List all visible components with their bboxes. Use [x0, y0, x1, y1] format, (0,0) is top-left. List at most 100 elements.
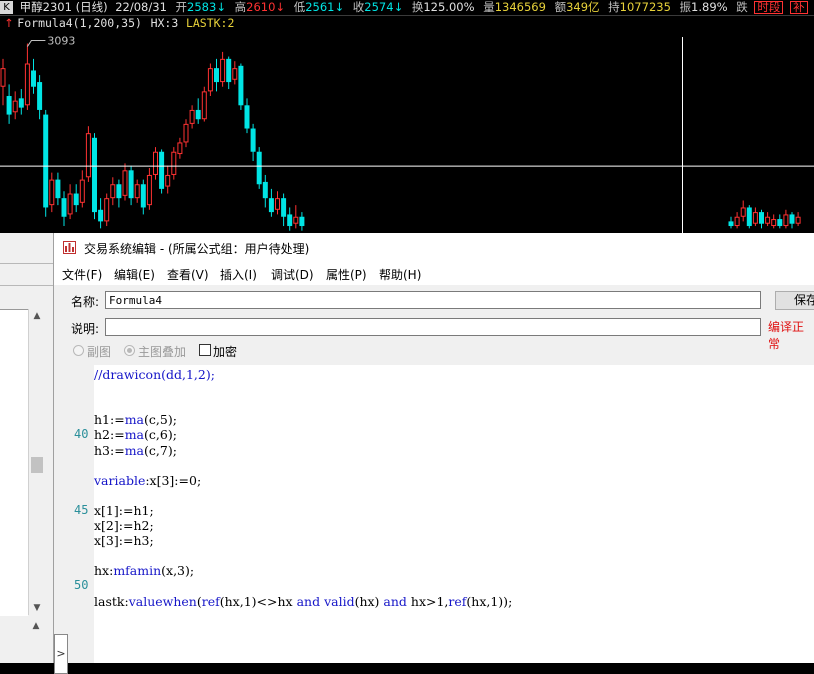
open-interest-label: 持: [608, 0, 620, 14]
candle-body-36: [220, 58, 226, 83]
high-annotation-pointer: [26, 40, 46, 47]
candle-body-25: [153, 151, 158, 175]
hx-value: HX:3: [150, 16, 179, 30]
menu-help[interactable]: 帮助(H): [379, 266, 421, 283]
high-annotation-label: 3093: [47, 35, 75, 48]
candle-body-r0: [728, 221, 734, 227]
candle-body-31: [189, 109, 195, 124]
supplement-button[interactable]: 补: [790, 1, 808, 14]
candle-body-r9: [783, 214, 789, 227]
candle-body-18: [110, 184, 116, 199]
background-scrollbar-2[interactable]: ▲: [28, 619, 44, 663]
expand-panel-button[interactable]: >: [54, 634, 68, 674]
candle-body-34: [207, 68, 213, 92]
scroll-up-icon[interactable]: ▲: [28, 619, 44, 633]
candle-body-35: [214, 68, 219, 83]
background-scrollbar[interactable]: ▲ ▼: [28, 309, 45, 615]
k-line-icon[interactable]: K: [0, 1, 13, 14]
menu-file[interactable]: 文件(F): [62, 266, 102, 283]
candle-body-40: [244, 105, 250, 129]
code-line[interactable]: x[1]:=h1;: [94, 503, 154, 518]
formula-bar: ↑ Formula4(1,200,35) HX:3 LASTK:2: [0, 15, 814, 31]
panel-divider: [0, 285, 53, 286]
code-editor[interactable]: 40 45 50 //drawicon(dd,1,2); h1:=ma(c,5); h2…: [72, 365, 814, 663]
menu-properties[interactable]: 属性(P): [326, 266, 367, 283]
open-value: 2583: [187, 0, 217, 14]
lastk-value: LASTK:2: [185, 16, 235, 30]
candle-body-16: [98, 209, 104, 222]
close-arrow-icon: ↓: [393, 0, 404, 14]
sub-chart-radio[interactable]: [73, 345, 84, 356]
candle-body-38: [232, 68, 238, 80]
candle-body-39: [238, 65, 244, 106]
segment-button[interactable]: 时段: [754, 1, 784, 14]
candlestick-chart[interactable]: 3093: [0, 31, 814, 233]
candle-body-26: [159, 151, 165, 189]
encrypt-checkbox[interactable]: [199, 344, 211, 356]
code-line[interactable]: hx:mfamin(x,3);: [94, 563, 194, 578]
trading-system-editor-dialog: 交易系统编辑 - (所属公式组：用户待处理) 文件(F) 编辑(E) 查看(V)…: [54, 233, 814, 674]
candle-body-24: [146, 174, 152, 206]
candle-body-44: [268, 198, 274, 213]
menu-insert[interactable]: 插入(I): [220, 266, 257, 283]
candle-body-2: [12, 100, 18, 113]
dialog-title-bar[interactable]: 交易系统编辑 - (所属公式组：用户待处理): [54, 233, 814, 263]
turnover-value: 125.00%: [423, 0, 475, 14]
code-line[interactable]: lastk:valuewhen(ref(hx,1)<>hx and valid(…: [94, 594, 512, 609]
candle-body-30: [183, 123, 189, 143]
candle-body-27: [165, 174, 171, 187]
candle-body-r2: [740, 207, 746, 217]
description-field[interactable]: [105, 318, 761, 336]
candle-body-43: [262, 181, 268, 199]
background-list[interactable]: [0, 309, 28, 616]
close-value: 2574: [364, 0, 394, 14]
scroll-thumb[interactable]: [31, 457, 43, 473]
formula-name: Formula4(1,200,35): [17, 16, 142, 30]
menu-edit[interactable]: 编辑(E): [114, 266, 155, 283]
save-button[interactable]: 保存: [775, 291, 814, 310]
app-icon: [63, 241, 76, 254]
scroll-up-icon[interactable]: ▲: [29, 309, 45, 323]
candle-body-22: [134, 184, 140, 199]
code-line[interactable]: h1:=ma(c,5);: [94, 412, 177, 427]
code-line[interactable]: h2:=ma(c,6);: [94, 427, 177, 442]
formula-arrow-icon[interactable]: ↑: [4, 16, 14, 30]
name-field[interactable]: Formula4: [105, 291, 761, 309]
code-line[interactable]: h3:=ma(c,7);: [94, 443, 177, 458]
candle-body-47: [287, 214, 293, 227]
menu-debug[interactable]: 调试(D): [271, 266, 314, 283]
code-line[interactable]: x[2]:=h2;: [94, 518, 154, 533]
code-line[interactable]: x[3]:=h3;: [94, 533, 154, 548]
candle-body-5: [31, 70, 36, 87]
open-label: 开: [175, 0, 188, 14]
candle-body-32: [195, 109, 201, 120]
candle-body-3: [18, 98, 24, 108]
candle-body-20: [122, 170, 128, 196]
high-value: 2610: [246, 0, 276, 14]
chart-canvas[interactable]: 3093: [0, 31, 814, 233]
amount-label: 额: [554, 0, 567, 14]
candle-body-7: [43, 114, 49, 208]
low-value: 2561: [305, 0, 335, 14]
main-overlay-radio[interactable]: [124, 345, 135, 356]
candle-body-r1: [734, 216, 740, 227]
amplitude-label: 振: [679, 0, 692, 14]
candle-body-28: [171, 151, 177, 175]
candle-body-10: [61, 198, 67, 217]
line-number: 40: [74, 427, 89, 442]
name-label: 名称:: [71, 295, 100, 309]
candle-body-49: [299, 216, 305, 227]
fall-label: 跌: [736, 0, 748, 14]
code-area[interactable]: //drawicon(dd,1,2); h1:=ma(c,5); h2:=ma(c,…: [94, 365, 814, 663]
candle-body-17: [104, 198, 110, 222]
turnover-label: 换: [411, 0, 424, 14]
close-label: 收: [352, 0, 365, 14]
candle-body-21: [128, 170, 134, 199]
scroll-down-icon[interactable]: ▼: [29, 601, 45, 615]
candle-body-6: [37, 82, 43, 110]
candle-body-37: [226, 58, 232, 83]
code-line[interactable]: variable:x[3]:=0;: [94, 473, 201, 488]
code-line[interactable]: //drawicon(dd,1,2);: [94, 367, 215, 382]
candle-body-19: [116, 184, 122, 199]
menu-view[interactable]: 查看(V): [167, 266, 209, 283]
